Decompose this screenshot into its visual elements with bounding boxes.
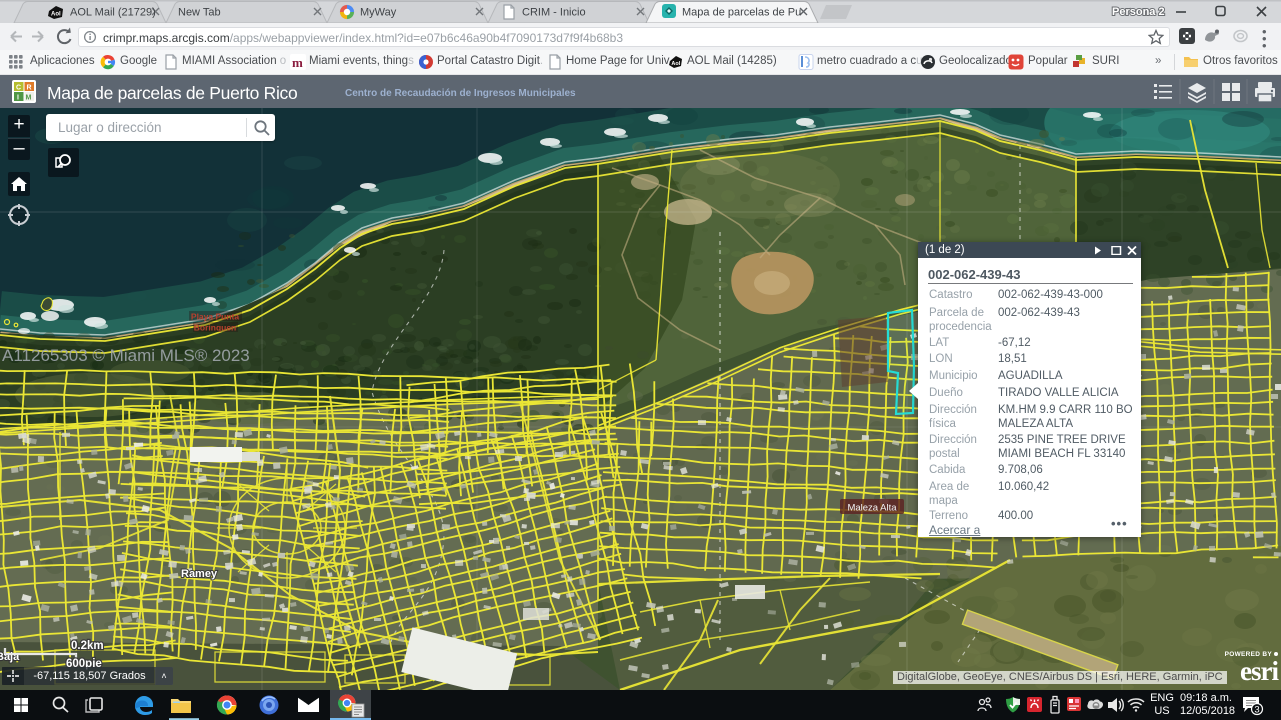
svg-text:C: C — [16, 85, 21, 92]
svg-text:Persona 2: Persona 2 — [1112, 6, 1165, 18]
svg-text:AOL Mail (21729): AOL Mail (21729) — [70, 7, 156, 19]
svg-text:New Tab: New Tab — [178, 7, 221, 19]
svg-text:MyWay: MyWay — [360, 7, 397, 19]
svg-text:Aol: Aol — [51, 12, 61, 18]
svg-text:CRIM - Inicio: CRIM - Inicio — [522, 7, 586, 19]
svg-text:3: 3 — [1254, 705, 1259, 716]
svg-text:Mapa de parcelas de Pu: Mapa de parcelas de Pu — [682, 7, 801, 19]
svg-text:R: R — [27, 85, 32, 92]
svg-text:M: M — [26, 95, 32, 102]
svg-text:Aol: Aol — [671, 61, 680, 67]
svg-text:Borinquen: Borinquen — [194, 323, 237, 333]
svg-text:Ramey: Ramey — [181, 568, 218, 580]
svg-text:0.2km: 0.2km — [71, 640, 104, 652]
svg-text:m: m — [292, 55, 303, 70]
svg-text:Playa Punta: Playa Punta — [191, 312, 239, 322]
svg-text:Maleza Alta: Maleza Alta — [847, 503, 897, 514]
svg-text:I: I — [17, 95, 19, 102]
